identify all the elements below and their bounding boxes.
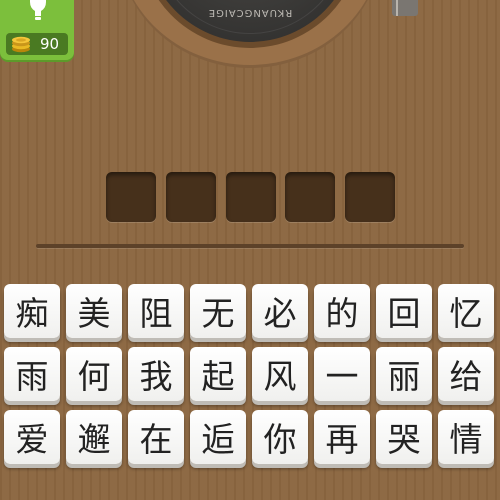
disc-label: RKUANGCAIGE — [207, 7, 293, 18]
char-tile[interactable]: 邂 — [66, 410, 122, 464]
char-tile[interactable]: 你 — [252, 410, 308, 464]
coin-stack-icon — [12, 36, 30, 53]
hint-panel[interactable]: 90 — [0, 0, 74, 60]
answer-slots — [106, 172, 396, 224]
char-tile[interactable]: 爱 — [4, 410, 60, 464]
char-tile[interactable]: 我 — [128, 347, 184, 401]
record-player: RKUANGCAIGE — [118, 0, 382, 68]
char-tile[interactable]: 起 — [190, 347, 246, 401]
answer-slot[interactable] — [345, 172, 395, 222]
char-tile[interactable]: 哭 — [376, 410, 432, 464]
char-tile[interactable]: 雨 — [4, 347, 60, 401]
char-tile[interactable]: 阻 — [128, 284, 184, 338]
answer-slot[interactable] — [166, 172, 216, 222]
divider — [36, 244, 464, 248]
char-tile[interactable]: 回 — [376, 284, 432, 338]
coin-count: 90 — [40, 35, 60, 53]
char-tile[interactable]: 何 — [66, 347, 122, 401]
char-tile[interactable]: 痴 — [4, 284, 60, 338]
coin-counter: 90 — [6, 33, 68, 55]
char-tile[interactable]: 给 — [438, 347, 494, 401]
player-arm-icon — [392, 0, 418, 16]
answer-slot[interactable] — [106, 172, 156, 222]
char-tile[interactable]: 情 — [438, 410, 494, 464]
answer-slot[interactable] — [285, 172, 335, 222]
char-tile[interactable]: 美 — [66, 284, 122, 338]
char-tile[interactable]: 在 — [128, 410, 184, 464]
char-tile[interactable]: 丽 — [376, 347, 432, 401]
lightbulb-icon[interactable] — [24, 0, 52, 22]
char-tile[interactable]: 无 — [190, 284, 246, 338]
char-tile[interactable]: 再 — [314, 410, 370, 464]
char-tile[interactable]: 必 — [252, 284, 308, 338]
char-tile[interactable]: 逅 — [190, 410, 246, 464]
char-tile[interactable]: 一 — [314, 347, 370, 401]
char-tile[interactable]: 的 — [314, 284, 370, 338]
char-tile[interactable]: 风 — [252, 347, 308, 401]
char-tile[interactable]: 忆 — [438, 284, 494, 338]
record-disc: RKUANGCAIGE — [138, 0, 362, 48]
answer-slot[interactable] — [226, 172, 276, 222]
